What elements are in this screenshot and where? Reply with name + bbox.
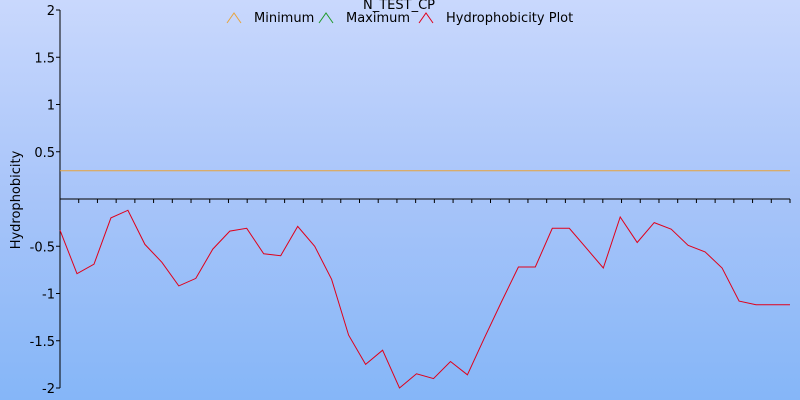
series-lines <box>59 170 790 389</box>
y-axis-label: Hydrophobicity <box>9 150 24 249</box>
legend-label-minimum: Minimum <box>254 11 314 26</box>
legend-item-maximum: Maximum <box>318 11 410 26</box>
y-tick-label: -1 <box>42 288 55 303</box>
y-tick-label: -0.5 <box>30 240 55 255</box>
legend: Minimum Maximum Hydrophobicity Plot <box>226 11 573 26</box>
legend-item-hydrophobicity-plot: Hydrophobicity Plot <box>418 11 573 26</box>
y-tick-label: 0.5 <box>34 146 55 161</box>
series-line-hydrophobicity-plot <box>59 209 790 389</box>
x-ticks <box>59 199 791 203</box>
y-tick-label: -1.5 <box>30 335 55 350</box>
y-tick-label: -2 <box>42 382 55 397</box>
maximum-legend-icon <box>318 12 334 24</box>
minimum-legend-icon <box>226 12 242 24</box>
legend-item-minimum: Minimum <box>226 11 314 26</box>
legend-label-maximum: Maximum <box>346 11 410 26</box>
axes <box>59 10 790 388</box>
hydrophobicity-chart: N_TEST_CP Minimum Maximum Hydrophobicity… <box>9 0 791 397</box>
legend-label-hydrophobicity-plot: Hydrophobicity Plot <box>446 11 573 26</box>
hydrophobicity-plot-legend-icon <box>418 12 434 24</box>
y-tick-label: 1.5 <box>34 51 55 66</box>
y-ticks: 2 1.5 1 0.5 -0.5 -1 -1.5 -2 <box>30 4 60 397</box>
y-tick-label: 1 <box>47 99 55 114</box>
y-tick-label: 2 <box>47 4 55 19</box>
